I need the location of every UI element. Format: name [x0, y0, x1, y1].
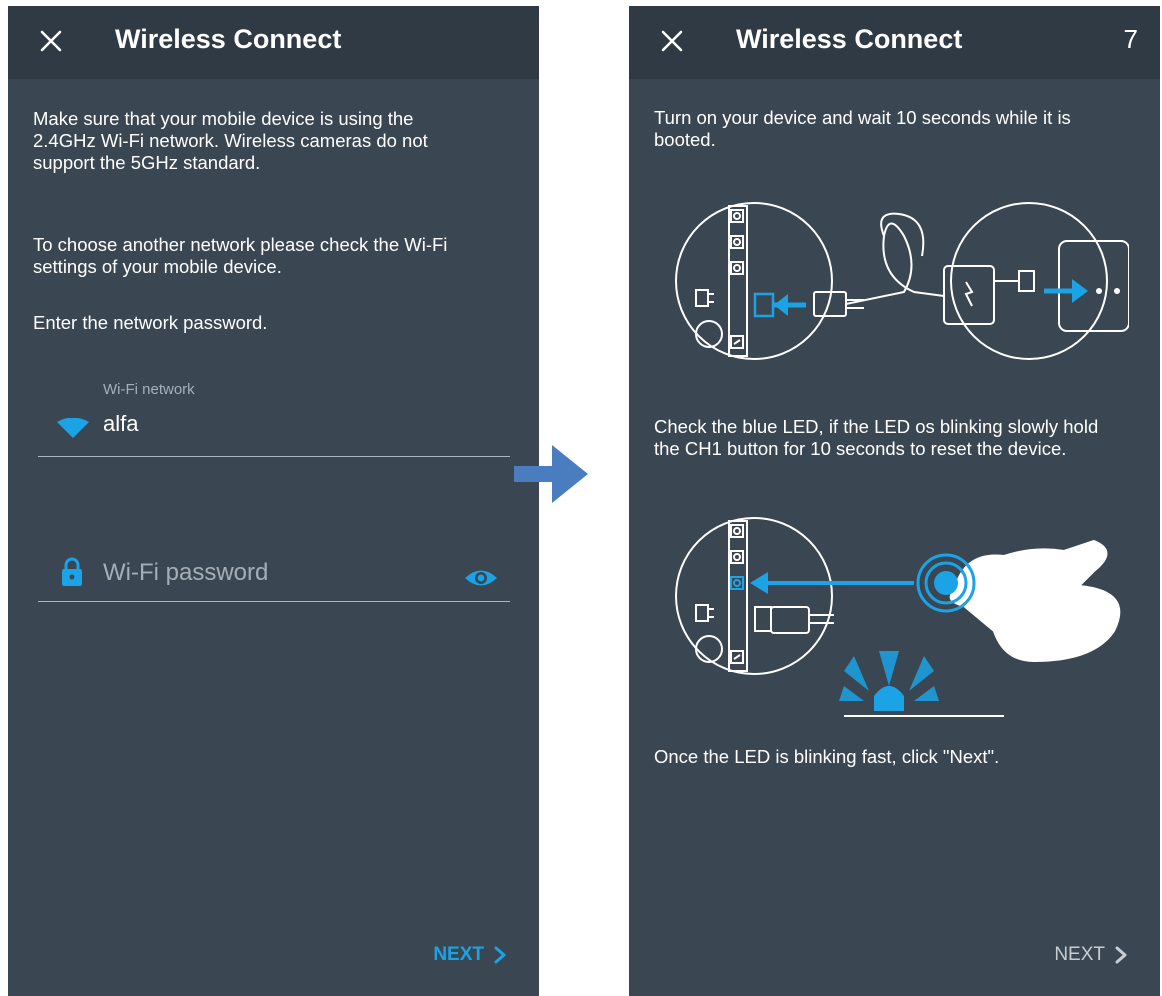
wifi-network-label: Wi-Fi network: [103, 381, 195, 398]
close-icon[interactable]: [659, 28, 685, 54]
arrow-right-icon: [514, 445, 588, 503]
chevron-right-icon: [1115, 946, 1127, 964]
network-change-hint: To choose another network please check t…: [33, 234, 448, 277]
password-field-underline: [38, 601, 510, 602]
next-button-label: NEXT: [433, 944, 484, 965]
power-connection-illustration: [675, 202, 1129, 360]
password-prompt: Enter the network password.: [33, 312, 268, 333]
lock-icon: [62, 557, 82, 586]
top-bar: Wireless Connect: [8, 6, 539, 79]
step-counter: 7: [1123, 24, 1138, 54]
next-button-label: NEXT: [1054, 944, 1105, 965]
eye-icon[interactable]: [464, 566, 498, 590]
top-bar: Wireless Connect 7: [629, 6, 1160, 79]
screen-wifi-setup: Wireless Connect Make sure that your mob…: [8, 6, 539, 996]
next-button[interactable]: NEXT: [1054, 944, 1127, 966]
final-instruction: Once the LED is blinking fast, click "Ne…: [654, 746, 1000, 767]
next-button[interactable]: NEXT: [433, 944, 506, 966]
page-title: Wireless Connect: [115, 24, 342, 54]
reset-button-illustration: [675, 517, 1121, 717]
wifi-icon: [57, 418, 89, 438]
chevron-right-icon: [494, 946, 506, 964]
reset-instruction: Check the blue LED, if the LED os blinki…: [654, 416, 1099, 459]
wifi-band-notice: Make sure that your mobile device is usi…: [33, 108, 428, 173]
wifi-network-value: alfa: [103, 411, 139, 436]
wifi-password-input[interactable]: [103, 556, 443, 590]
screen-device-reset: Wireless Connect 7 Turn on your device a…: [629, 6, 1160, 996]
wifi-field-underline: [38, 456, 510, 457]
close-icon[interactable]: [38, 28, 64, 54]
power-on-instruction: Turn on your device and wait 10 seconds …: [654, 107, 1071, 150]
page-title: Wireless Connect: [736, 24, 963, 54]
